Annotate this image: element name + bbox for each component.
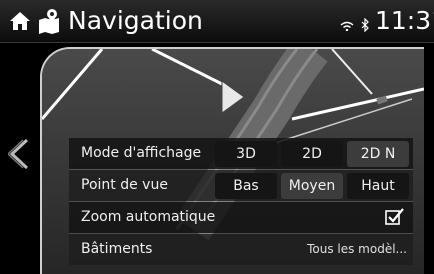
navigation-app-icon — [39, 9, 59, 34]
setting-label: Mode d'affichage — [81, 145, 202, 161]
setting-display-mode: Mode d'affichage 3D 2D 2D N — [69, 138, 413, 169]
setting-auto-zoom[interactable]: Zoom automatique — [69, 201, 413, 233]
option-3d[interactable]: 3D — [215, 141, 277, 167]
option-2d-n[interactable]: 2D N — [347, 141, 409, 167]
setting-label: Bâtiments — [81, 241, 153, 257]
clock: 11:31 — [375, 6, 434, 35]
option-bas[interactable]: Bas — [215, 173, 277, 199]
setting-label: Zoom automatique — [81, 209, 216, 225]
setting-viewpoint: Point de vue Bas Moyen Haut — [69, 169, 413, 201]
home-icon[interactable] — [9, 10, 31, 32]
setting-label: Point de vue — [81, 177, 168, 193]
option-haut[interactable]: Haut — [347, 173, 409, 199]
setting-buildings[interactable]: Bâtiments Tous les modèl... — [69, 233, 413, 265]
chevron-left-icon — [8, 138, 29, 170]
option-moyen[interactable]: Moyen — [281, 173, 343, 199]
page-title: Navigation — [68, 6, 203, 35]
status-bar: Navigation 11:31 — [0, 0, 434, 43]
option-2d[interactable]: 2D — [281, 141, 343, 167]
wifi-icon — [340, 21, 354, 31]
bluetooth-icon — [361, 18, 369, 32]
checkbox-checked-icon[interactable] — [385, 208, 405, 226]
settings-list: Mode d'affichage 3D 2D 2D N Point de vue… — [69, 138, 413, 265]
back-button[interactable] — [2, 132, 36, 176]
setting-value: Tous les modèl... — [307, 242, 407, 256]
